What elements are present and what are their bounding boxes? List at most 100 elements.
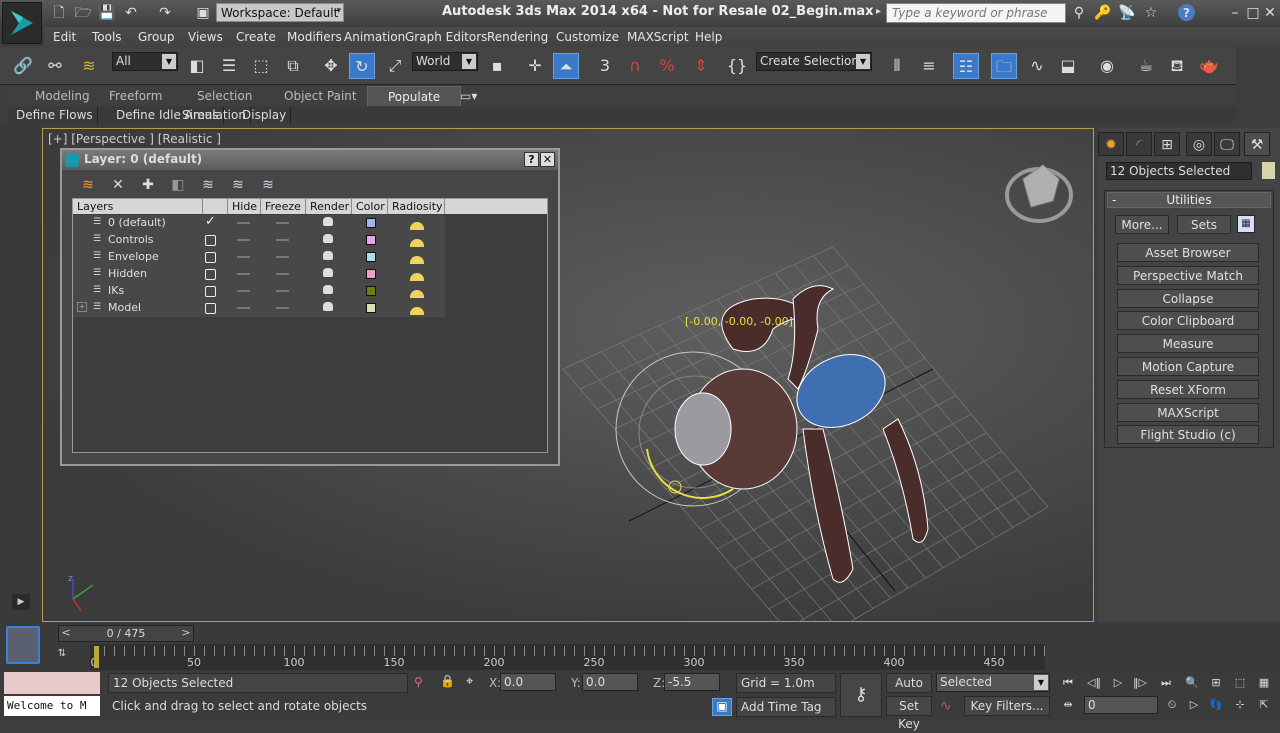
render-teapot-icon[interactable]	[323, 285, 333, 294]
window-crossing-icon[interactable]: ⧉	[280, 53, 306, 79]
motion-panel-tab[interactable]: ◎	[1186, 132, 1212, 156]
maximize-icon[interactable]: □	[1244, 4, 1262, 22]
app-menu-button[interactable]	[2, 2, 42, 44]
rectangular-selection-icon[interactable]: ⬚	[248, 53, 274, 79]
creature-mesh[interactable]	[674, 285, 929, 583]
x-coordinate-field[interactable]: 0.0	[500, 673, 556, 691]
spinner-snap-icon[interactable]: ⇕	[688, 53, 714, 79]
undo-icon[interactable]: ↶	[122, 4, 140, 22]
align-icon[interactable]: ≡	[916, 53, 942, 79]
render-setup-icon[interactable]: ☕	[1133, 53, 1159, 79]
select-object-icon[interactable]: ◧	[184, 53, 210, 79]
current-frame-marker[interactable]	[94, 646, 99, 668]
radiosity-icon[interactable]	[410, 222, 424, 230]
menu-create[interactable]: Create	[236, 30, 276, 44]
maxscript-listener-output[interactable]	[4, 672, 100, 694]
set-current-layer-checkbox[interactable]	[205, 303, 216, 314]
satellite-icon[interactable]: 📡	[1118, 4, 1136, 22]
layer-name[interactable]: Envelope	[108, 250, 159, 263]
scene-explorer-icon[interactable]: 🗀	[991, 53, 1017, 79]
select-highlighted-objects-icon[interactable]: ◧	[169, 176, 187, 194]
utility-button[interactable]: Measure	[1117, 334, 1259, 354]
rollout-header[interactable]: - Utilities	[1107, 192, 1271, 208]
next-key-icon[interactable]: ‖▷	[1130, 674, 1150, 692]
snaps-toggle-icon[interactable]: 3	[592, 53, 618, 79]
named-selection-dropdown[interactable]: Create Selection Set ▼	[756, 52, 872, 71]
layer-color-swatch[interactable]	[366, 303, 376, 313]
layer-color-swatch[interactable]	[366, 252, 376, 262]
material-editor-icon[interactable]: ◉	[1094, 53, 1120, 79]
set-key-button[interactable]: Set Key	[886, 696, 932, 731]
utility-button[interactable]: Asset Browser	[1117, 243, 1259, 262]
view-cube[interactable]	[1005, 164, 1073, 223]
configure-button-sets-icon[interactable]: ▦	[1237, 215, 1255, 233]
column-header-color[interactable]: Color	[352, 199, 388, 214]
layer-color-swatch[interactable]	[366, 218, 376, 228]
render-teapot-icon[interactable]	[323, 251, 333, 260]
key-mode-toggle-icon[interactable]: ⇹	[1058, 696, 1078, 714]
display-button[interactable]: Display	[238, 107, 292, 124]
dialog-title-bar[interactable]: Layer: 0 (default) ? ✕	[62, 150, 558, 170]
layer-row[interactable]: ☰ IKs	[73, 283, 445, 300]
ribbon-options-icon[interactable]: ▭▾	[460, 89, 477, 103]
layer-color-swatch[interactable]	[366, 286, 376, 296]
layer-color-swatch[interactable]	[366, 235, 376, 245]
hierarchy-panel-tab[interactable]: ⊞	[1154, 132, 1180, 156]
next-frame-button[interactable]: >	[179, 626, 193, 641]
layer-name[interactable]: Hidden	[108, 267, 147, 280]
select-and-scale-icon[interactable]: ⤢	[382, 53, 408, 79]
zoom-extents-icon[interactable]: ⬚	[1230, 674, 1250, 692]
zoom-icon[interactable]: 🔍	[1182, 674, 1202, 692]
set-current-layer-checkbox[interactable]	[205, 252, 216, 263]
more-button[interactable]: More...	[1115, 215, 1169, 234]
open-mini-curve-editor-icon[interactable]: ⇅	[52, 648, 72, 664]
play-icon[interactable]: ▷	[1108, 674, 1128, 692]
utility-button[interactable]: Color Clipboard	[1117, 311, 1259, 331]
freeze-toggle[interactable]	[276, 222, 289, 224]
expand-layer-icon[interactable]: +	[77, 302, 87, 312]
tab-freeform[interactable]: Freeform	[109, 89, 162, 103]
set-current-layer-checkbox[interactable]	[205, 235, 216, 246]
expand-viewport-panel-icon[interactable]: ▶	[12, 594, 30, 610]
sets-button[interactable]: Sets	[1177, 215, 1231, 234]
column-header-radiosity[interactable]: Radiosity	[388, 199, 445, 214]
layer-row[interactable]: ☰ Controls	[73, 232, 445, 249]
link-icon[interactable]: 🔗	[10, 53, 36, 79]
go-to-end-icon[interactable]: ⏭	[1156, 674, 1176, 692]
absolute-mode-icon[interactable]: ⌖	[466, 674, 473, 689]
layer-row[interactable]: ☰ Hidden	[73, 266, 445, 283]
layer-name[interactable]: IKs	[108, 284, 124, 297]
selection-lock-icon[interactable]: 🔒	[440, 674, 455, 688]
set-current-layer-checkbox[interactable]	[205, 269, 216, 280]
select-by-name-icon[interactable]: ☰	[216, 53, 242, 79]
previous-key-icon[interactable]: ◁‖	[1084, 674, 1104, 692]
render-teapot-icon[interactable]	[323, 268, 333, 277]
menu-maxscript[interactable]: MAXScript	[627, 30, 689, 44]
pivot-center-icon[interactable]: ▪	[484, 53, 510, 79]
maximize-viewport-icon[interactable]: ⇱	[1254, 696, 1274, 714]
layer-row[interactable]: ☰ Envelope	[73, 249, 445, 266]
create-new-layer-icon[interactable]: ≋	[79, 176, 97, 194]
render-teapot-icon[interactable]	[323, 302, 333, 311]
menu-tools[interactable]: Tools	[92, 30, 122, 44]
radiosity-icon[interactable]	[410, 256, 424, 264]
utility-button[interactable]: Motion Capture	[1117, 357, 1259, 376]
freeze-toggle[interactable]	[276, 290, 289, 292]
help-button[interactable]: ?	[524, 152, 539, 167]
key-filters-button[interactable]: Key Filters...	[964, 696, 1050, 716]
select-highlighted-layers-icon[interactable]: ≋	[199, 176, 217, 194]
select-and-rotate-icon[interactable]: ↻	[349, 53, 375, 79]
time-slider[interactable]: < 0 / 475 >	[58, 625, 194, 642]
hide-toggle[interactable]	[237, 222, 250, 224]
tab-selection[interactable]: Selection	[197, 89, 252, 103]
render-teapot-icon[interactable]	[323, 234, 333, 243]
tab-populate[interactable]: Populate	[367, 86, 462, 106]
highlight-selected-layers-icon[interactable]: ≋	[229, 176, 247, 194]
freeze-toggle[interactable]	[276, 273, 289, 275]
project-folder-icon[interactable]: ▣	[194, 4, 212, 22]
add-to-layer-icon[interactable]: ✚	[139, 176, 157, 194]
help-icon[interactable]: ?	[1178, 4, 1195, 21]
column-header-render[interactable]: Render	[306, 199, 352, 214]
open-file-icon[interactable]: 🗁	[74, 4, 92, 22]
display-panel-tab[interactable]: 🖵	[1214, 132, 1240, 156]
